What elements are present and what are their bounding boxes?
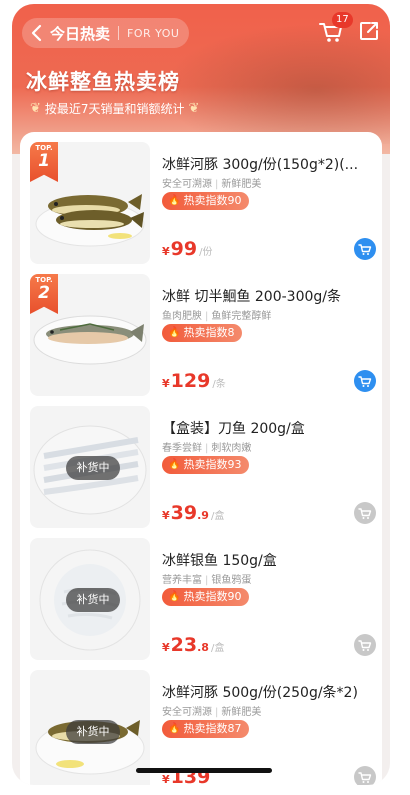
product-price: ¥ 129 /条 <box>162 370 226 392</box>
restock-label: 补货中 <box>66 588 120 612</box>
laurel-left-icon: ❦ <box>30 101 41 116</box>
add-to-cart-button[interactable] <box>354 370 376 392</box>
chevron-left-icon <box>31 24 42 42</box>
product-name[interactable]: 冰鲜银鱼 150g/盒 <box>162 550 374 570</box>
cart-count-badge: 17 <box>332 12 353 28</box>
ranking-subtitle-text: 按最近7天销量和销额统计 <box>44 102 185 116</box>
cart-icon <box>358 507 372 519</box>
laurel-right-icon: ❦ <box>188 101 200 116</box>
share-icon[interactable] <box>358 20 380 42</box>
title-divider <box>118 26 120 40</box>
product-tags: 营养丰富 | 银鱼鸦蛋 <box>162 575 252 586</box>
product-price: ¥ 23 .8 /盒 <box>162 634 225 656</box>
flame-icon: 🔥 <box>168 723 181 734</box>
home-indicator[interactable] <box>136 768 272 773</box>
product-card[interactable]: 补货中 冰鲜银鱼 150g/盒 营养丰富 | 银鱼鸦蛋 🔥 热卖指数90 ¥ 23 … <box>20 530 382 660</box>
product-card[interactable]: TOP. 2 冰鲜 切半鮰鱼 200-300g/条 鱼肉肥腴 | 鱼鲜完整醇鲜 🔥 … <box>20 266 382 396</box>
add-to-cart-button[interactable] <box>354 502 376 524</box>
hot-index-badge: 🔥 热卖指数90 <box>162 588 250 606</box>
product-image[interactable]: TOP. 1 <box>30 142 150 264</box>
hero-fish-image <box>160 24 390 144</box>
flame-icon: 🔥 <box>168 591 181 602</box>
add-to-cart-button[interactable] <box>354 766 376 785</box>
cart-icon <box>358 375 372 387</box>
top-bar: 今日热卖 FOR YOU <box>22 18 190 48</box>
product-card[interactable]: 补货中 【盒装】刀鱼 200g/盒 春季尝鲜 | 刺软肉嫩 🔥 热卖指数93 ¥ 3… <box>20 398 382 528</box>
hot-index-badge: 🔥 热卖指数90 <box>162 192 250 210</box>
product-price: ¥ 99 /份 <box>162 238 213 260</box>
product-price: ¥ 39 .9 /盒 <box>162 502 225 524</box>
product-tags: 安全可溯源 | 新鲜肥美 <box>162 179 262 190</box>
product-image[interactable]: TOP. 2 <box>30 274 150 396</box>
cart-icon <box>358 243 372 255</box>
back-button[interactable]: 今日热卖 FOR YOU <box>22 18 190 48</box>
flame-icon: 🔥 <box>168 195 181 206</box>
product-name[interactable]: 冰鲜河豚 500g/份(250g/条*2) <box>162 682 374 702</box>
hot-index-badge: 🔥 热卖指数87 <box>162 720 250 738</box>
product-tags: 安全可溯源 | 新鲜肥美 <box>162 707 262 718</box>
product-image[interactable]: 补货中 <box>30 538 150 660</box>
add-to-cart-button[interactable] <box>354 634 376 656</box>
product-name[interactable]: 【盒装】刀鱼 200g/盒 <box>162 418 374 438</box>
restock-label: 补货中 <box>66 720 120 744</box>
flame-icon: 🔥 <box>168 327 181 338</box>
app-screen: 今日热卖 FOR YOU 17 冰鲜整鱼热卖榜 ❦ 按最近7天销量和销额统计 ❦ <box>12 4 390 785</box>
restock-label: 补货中 <box>66 456 120 480</box>
hot-index-badge: 🔥 热卖指数8 <box>162 324 243 342</box>
cart-icon <box>358 639 372 651</box>
product-name[interactable]: 冰鲜河豚 300g/份(150g*2)(... <box>162 154 374 174</box>
ranking-title: 冰鲜整鱼热卖榜 <box>26 70 180 94</box>
product-card[interactable]: TOP. 1 冰鲜河豚 300g/份(150g*2)(... 安全可溯源 | 新鲜肥… <box>20 134 382 264</box>
add-to-cart-button[interactable] <box>354 238 376 260</box>
for-you-tagline: FOR YOU <box>127 26 180 40</box>
product-image[interactable]: 补货中 <box>30 670 150 785</box>
product-name[interactable]: 冰鲜 切半鮰鱼 200-300g/条 <box>162 286 374 306</box>
product-card[interactable]: 补货中 冰鲜河豚 500g/份(250g/条*2) 安全可溯源 | 新鲜肥美 🔥 热… <box>20 662 382 785</box>
flame-icon: 🔥 <box>168 459 181 470</box>
product-tags: 鱼肉肥腴 | 鱼鲜完整醇鲜 <box>162 311 272 322</box>
cart-icon <box>358 771 372 783</box>
page-title: 今日热卖 <box>50 24 111 43</box>
hot-index-badge: 🔥 热卖指数93 <box>162 456 250 474</box>
product-list: TOP. 1 冰鲜河豚 300g/份(150g*2)(... 安全可溯源 | 新鲜肥… <box>20 132 382 785</box>
ranking-subtitle: ❦ 按最近7天销量和销额统计 ❦ <box>26 100 203 117</box>
product-tags: 春季尝鲜 | 刺软肉嫩 <box>162 443 252 454</box>
product-image[interactable]: 补货中 <box>30 406 150 528</box>
